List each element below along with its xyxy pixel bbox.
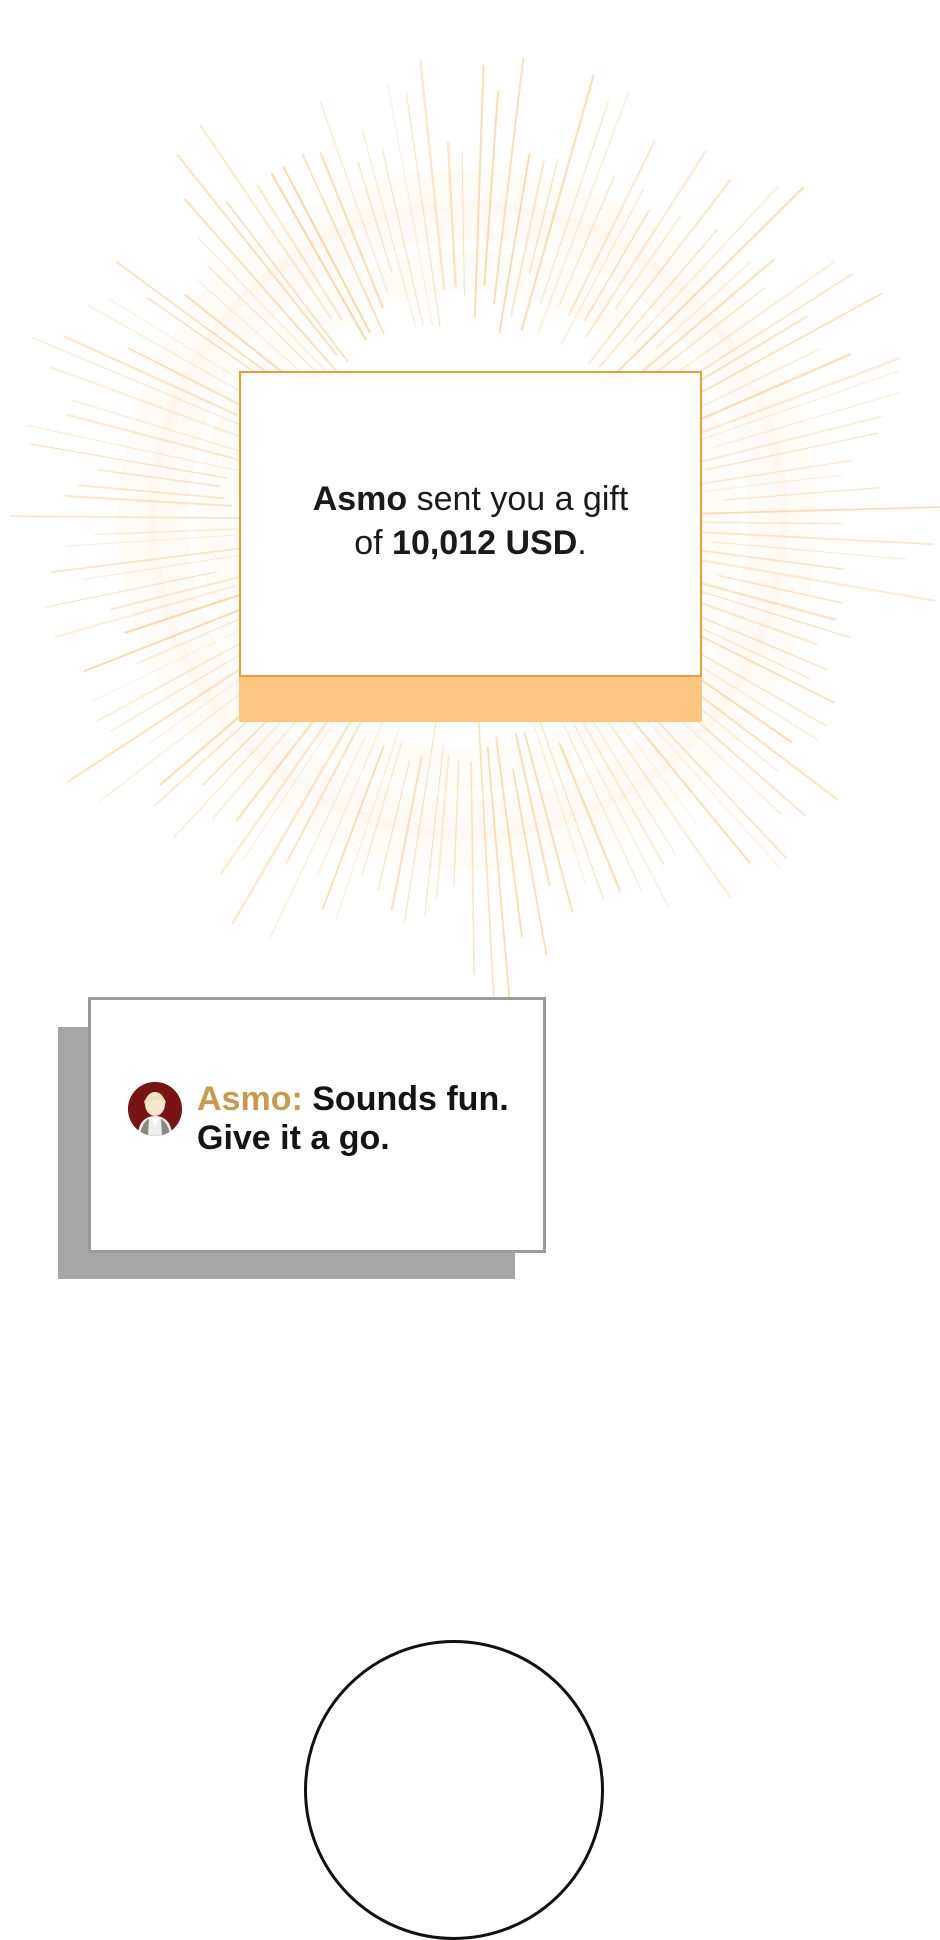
chat-line2: Give it a go. [197, 1119, 390, 1157]
gift-line2-suffix: . [577, 524, 587, 562]
circle-outline [304, 1640, 604, 1940]
chat-message-text: Asmo: Sounds fun. Give it a go. [197, 1080, 509, 1158]
gift-line2-prefix: of [354, 524, 393, 562]
chat-line1: Sounds fun. [302, 1080, 509, 1118]
chat-speaker-name: Asmo: [197, 1080, 303, 1118]
character-avatar-icon [128, 1082, 182, 1136]
gift-notification-card: Asmo sent you a gift of 10,012 USD. [239, 371, 702, 677]
gift-line1-text: sent you a gift [407, 480, 629, 518]
gift-card-tab [239, 676, 702, 722]
gift-amount: 10,012 USD [392, 524, 578, 562]
gift-notification-text: Asmo sent you a gift of 10,012 USD. [313, 477, 629, 565]
gift-sender-name: Asmo [312, 480, 408, 518]
